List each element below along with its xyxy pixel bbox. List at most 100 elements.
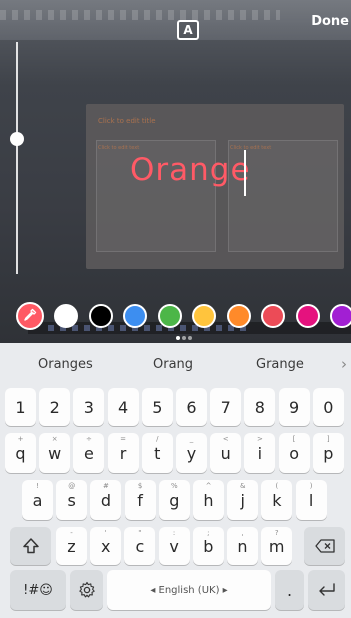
- background-slide-box-right-label: Click to edit text: [230, 145, 272, 151]
- key-hint: <: [222, 435, 229, 443]
- space-bar[interactable]: ◂ English (UK) ▸: [107, 570, 271, 610]
- eyedropper-button[interactable]: [16, 302, 44, 330]
- color-swatch[interactable]: [88, 304, 113, 328]
- key-label: 5: [152, 397, 163, 417]
- suggestion-1[interactable]: Oranges: [38, 357, 93, 372]
- key-hint: ×: [51, 435, 58, 443]
- key-1[interactable]: 1: [5, 388, 36, 426]
- key-d[interactable]: # d: [90, 480, 122, 520]
- period-key[interactable]: .: [275, 570, 304, 610]
- key-5[interactable]: 5: [141, 388, 173, 426]
- key-e[interactable]: ÷ e: [73, 433, 105, 473]
- key-label: w: [48, 443, 62, 463]
- key-label: a: [32, 490, 43, 510]
- key-l[interactable]: ) l: [295, 480, 327, 520]
- color-swatch[interactable]: [157, 304, 182, 328]
- key-label: o: [289, 443, 299, 463]
- key-hint: ,: [241, 529, 244, 537]
- color-swatch[interactable]: [226, 304, 251, 328]
- key-label: p: [323, 443, 334, 463]
- key-hint: ;: [207, 529, 210, 537]
- backspace-key[interactable]: [304, 527, 345, 565]
- key-3[interactable]: 3: [73, 388, 105, 426]
- key-label: 6: [186, 397, 197, 417]
- suggestion-2[interactable]: Orang: [153, 357, 193, 372]
- key-z[interactable]: -z: [56, 527, 87, 565]
- key-hint: ": [138, 529, 142, 537]
- page-dot: [182, 336, 186, 340]
- key-9[interactable]: 9: [278, 388, 310, 426]
- key-0[interactable]: 0: [312, 388, 344, 426]
- color-swatch[interactable]: [123, 304, 147, 328]
- color-swatch[interactable]: [54, 304, 78, 328]
- key-6[interactable]: 6: [176, 388, 207, 426]
- enter-key[interactable]: [308, 570, 345, 610]
- key-hint: ÷: [85, 435, 92, 443]
- key-hint: !: [36, 482, 39, 490]
- background-photo-toolbar: [0, 0, 351, 40]
- key-4[interactable]: 4: [107, 388, 139, 426]
- key-hint: ': [104, 529, 107, 537]
- color-swatch[interactable]: [192, 304, 216, 328]
- text-style-button[interactable]: A: [177, 20, 199, 40]
- period-key-label: .: [286, 580, 293, 600]
- color-swatch[interactable]: [295, 304, 320, 328]
- key-t[interactable]: / t: [141, 433, 173, 473]
- done-button[interactable]: Done: [311, 14, 349, 29]
- key-k[interactable]: (k: [261, 480, 293, 520]
- key-8[interactable]: 8: [244, 388, 276, 426]
- color-swatch[interactable]: [261, 304, 285, 328]
- key-n[interactable]: ,n: [227, 527, 258, 565]
- key-label: 0: [323, 397, 334, 417]
- key-v[interactable]: :v: [158, 527, 190, 565]
- key-label: v: [169, 536, 179, 556]
- key-label: u: [220, 443, 231, 463]
- key-g[interactable]: % g: [158, 480, 190, 520]
- key-x[interactable]: ' x: [90, 527, 122, 565]
- shift-key[interactable]: [10, 527, 51, 565]
- text-size-slider-track[interactable]: [16, 42, 18, 274]
- key-s[interactable]: @ s: [56, 480, 88, 520]
- key-r[interactable]: = r: [107, 433, 139, 473]
- key-b[interactable]: ; b: [192, 527, 224, 565]
- key-2[interactable]: 2: [39, 388, 71, 426]
- key-hint: =: [120, 435, 127, 443]
- key-label: g: [169, 490, 180, 510]
- key-hint: ^: [205, 482, 212, 490]
- text-editor-canvas[interactable]: Click to edit title Click to edit text C…: [0, 0, 351, 343]
- chevron-right-icon[interactable]: ›: [341, 355, 347, 373]
- settings-key[interactable]: [70, 570, 103, 610]
- key-label: x: [100, 536, 111, 556]
- key-i[interactable]: > i: [244, 433, 276, 473]
- key-o[interactable]: [o: [278, 433, 310, 473]
- key-hint: #: [102, 482, 109, 490]
- suggestion-3[interactable]: Grange: [256, 357, 304, 372]
- key-hint: (: [275, 482, 279, 490]
- key-w[interactable]: × w: [39, 433, 71, 473]
- text-size-slider-thumb[interactable]: [10, 132, 24, 146]
- key-hint: ?: [274, 529, 279, 537]
- key-hint: ): [309, 482, 313, 490]
- key-label: m: [268, 536, 285, 556]
- key-hint: -: [70, 529, 73, 537]
- key-y[interactable]: _ y: [176, 433, 207, 473]
- key-c[interactable]: " c: [124, 527, 156, 565]
- key-label: 3: [83, 397, 94, 417]
- key-h[interactable]: ^ h: [193, 480, 224, 520]
- key-7[interactable]: 7: [210, 388, 242, 426]
- key-label: f: [137, 490, 143, 510]
- typed-text[interactable]: Orange: [130, 152, 251, 188]
- eyedropper-icon: [23, 307, 37, 326]
- key-a[interactable]: ! a: [22, 480, 53, 520]
- key-u[interactable]: < u: [210, 433, 242, 473]
- color-swatch[interactable]: [330, 304, 351, 328]
- key-j[interactable]: & j: [227, 480, 259, 520]
- key-p[interactable]: ] p: [312, 433, 344, 473]
- background-slide-box-left-label: Click to edit text: [98, 145, 140, 151]
- key-m[interactable]: ? m: [261, 527, 293, 565]
- key-label: 7: [220, 397, 231, 417]
- key-q[interactable]: + q: [5, 433, 36, 473]
- key-label: r: [119, 443, 127, 463]
- key-f[interactable]: $ f: [124, 480, 156, 520]
- symbols-key[interactable]: !#☺: [10, 570, 66, 610]
